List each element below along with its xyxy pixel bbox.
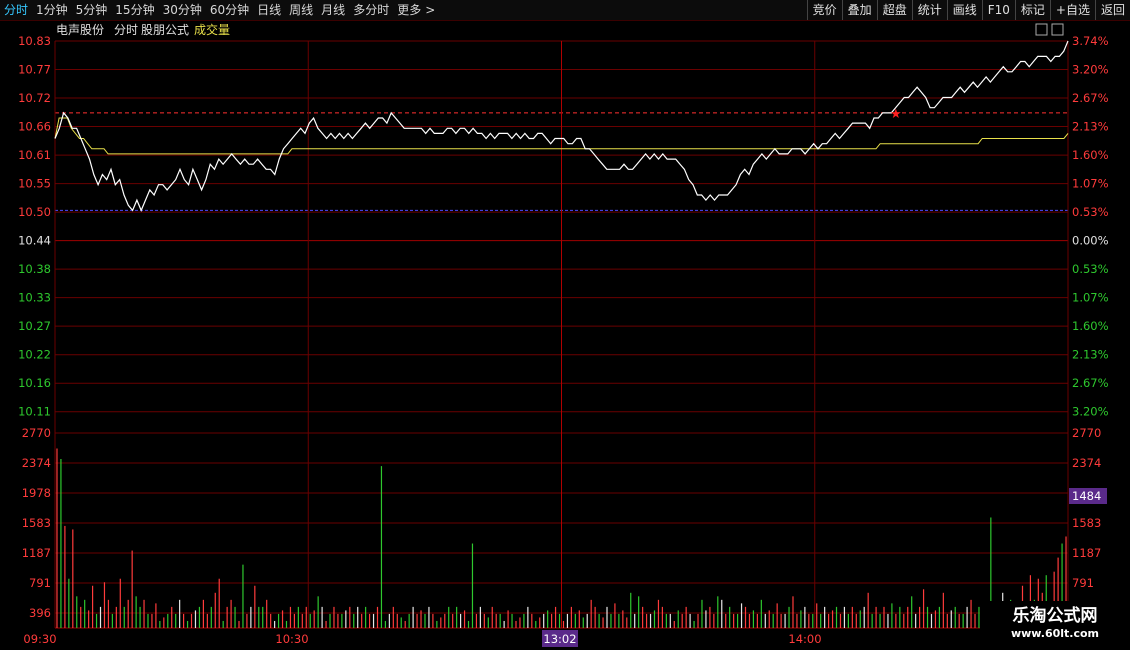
price-tick: 10.83 bbox=[18, 34, 51, 48]
tool-button-7[interactable]: +自选 bbox=[1049, 0, 1095, 20]
price-tick: 10.22 bbox=[18, 348, 51, 362]
volume-tick: 1187 bbox=[22, 546, 51, 560]
time-tick: 09:30 bbox=[23, 632, 56, 646]
price-axis-labels: 10.83 10.77 10.72 10.66 10.61 10.55 10.50 10.44… bbox=[18, 34, 51, 419]
volume-tick-right: 791 bbox=[1072, 576, 1094, 590]
volume-tick: 1978 bbox=[22, 486, 51, 500]
indicator-name: 成交量 bbox=[194, 22, 230, 37]
period-toolbar: 分时 1分钟 5分钟 15分钟 30分钟 60分钟 日线 周线 月线 多分时 更多 > 竞价 叠加 超盘统… bbox=[0, 0, 1130, 21]
time-tick: 13:02 bbox=[543, 632, 576, 646]
percent-tick: 3.20% bbox=[1072, 63, 1109, 77]
high-star-icon: ★ bbox=[890, 107, 902, 122]
period-tab-7[interactable]: 周线 bbox=[285, 0, 317, 20]
volume-tick-right: 1187 bbox=[1072, 546, 1101, 560]
percent-tick: 2.13% bbox=[1072, 348, 1109, 362]
price-tick: 10.27 bbox=[18, 319, 51, 333]
period-tab-1[interactable]: 1分钟 bbox=[32, 0, 72, 20]
view-mode: 分时 bbox=[114, 23, 138, 37]
percent-axis-labels: 3.74% 3.20% 2.67% 2.13% 1.60% 1.07% 0.53% 0.00%… bbox=[1072, 34, 1109, 419]
chart-grid bbox=[54, 40, 1069, 629]
time-tick: 10:30 bbox=[275, 632, 308, 646]
tool-button-0[interactable]: 竞价 bbox=[806, 0, 842, 20]
price-tick: 10.55 bbox=[18, 177, 51, 191]
price-tick: 10.11 bbox=[18, 405, 51, 419]
volume-tick: 396 bbox=[29, 606, 51, 620]
period-tab-4[interactable]: 30分钟 bbox=[159, 0, 206, 20]
percent-tick: 3.74% bbox=[1072, 34, 1109, 48]
last-volume-value: 1484 bbox=[1072, 489, 1101, 503]
price-tick: 10.77 bbox=[18, 63, 51, 77]
percent-tick: 3.20% bbox=[1072, 405, 1109, 419]
volume-tick: 791 bbox=[29, 576, 51, 590]
tool-button-8[interactable]: 返回 bbox=[1094, 0, 1130, 20]
percent-tick: 0.53% bbox=[1072, 262, 1109, 276]
price-tick: 10.38 bbox=[18, 262, 51, 276]
percent-tick: 1.07% bbox=[1072, 177, 1109, 191]
percent-tick: 1.60% bbox=[1072, 148, 1109, 162]
period-tab-10[interactable]: 更多 bbox=[393, 0, 425, 20]
period-tabs: 分时 1分钟 5分钟 15分钟 30分钟 60分钟 日线 周线 月线 多分时 更多 > bbox=[0, 0, 437, 20]
maximize-icon[interactable] bbox=[1035, 23, 1048, 36]
percent-tick: 1.07% bbox=[1072, 291, 1109, 305]
time-tick: 14:00 bbox=[788, 632, 821, 646]
tool-button-4[interactable]: 画线 bbox=[946, 0, 982, 20]
period-tab-6[interactable]: 日线 bbox=[253, 0, 285, 20]
period-tab-5[interactable]: 60分钟 bbox=[206, 0, 253, 20]
volume-tick: 2374 bbox=[22, 456, 51, 470]
chart-header: 电声股份 分时 股朋公式 成交量 bbox=[56, 22, 230, 37]
percent-tick: 2.13% bbox=[1072, 120, 1109, 134]
period-tab-3[interactable]: 15分钟 bbox=[111, 0, 158, 20]
price-tick: 10.72 bbox=[18, 91, 51, 105]
time-axis-labels: 09:30 10:30 13:02 14:00 bbox=[23, 630, 822, 647]
percent-tick: 2.67% bbox=[1072, 91, 1109, 105]
percent-tick: 1.60% bbox=[1072, 319, 1109, 333]
percent-tick: 2.67% bbox=[1072, 376, 1109, 390]
watermark-title: 乐淘公式网 bbox=[1012, 606, 1098, 626]
period-tab-9[interactable]: 多分时 bbox=[349, 0, 393, 20]
intraday-chart[interactable]: 10.83 10.77 10.72 10.66 10.61 10.55 10.50 10.44… bbox=[0, 20, 1130, 650]
period-tab-2[interactable]: 5分钟 bbox=[72, 0, 112, 20]
tool-button-5[interactable]: F10 bbox=[981, 0, 1015, 20]
volume-tick-right: 1583 bbox=[1072, 516, 1101, 530]
period-tab-8[interactable]: 月线 bbox=[317, 0, 349, 20]
watermark-logo: 乐淘公式网 www.60lt.com bbox=[980, 601, 1130, 650]
stock-name: 电声股份 bbox=[56, 23, 104, 37]
price-tick: 10.33 bbox=[18, 291, 51, 305]
volume-tick: 1583 bbox=[22, 516, 51, 530]
panel-buttons bbox=[1035, 23, 1064, 36]
tool-button-6[interactable]: 标记 bbox=[1014, 0, 1050, 20]
volume-tick-right: 2374 bbox=[1072, 456, 1101, 470]
restore-icon[interactable] bbox=[1051, 23, 1064, 36]
chevron-right-icon[interactable]: > bbox=[425, 0, 437, 20]
price-tick: 10.61 bbox=[18, 148, 51, 162]
percent-tick: 0.53% bbox=[1072, 205, 1109, 219]
tool-buttons: 竞价 叠加 超盘 统计 画线 F10 标记 +自选 返回 bbox=[806, 0, 1130, 20]
price-tick: 10.66 bbox=[18, 120, 51, 134]
formula-name: 股朋公式 bbox=[141, 23, 189, 37]
price-tick: 10.50 bbox=[18, 205, 51, 219]
watermark-url: www.60lt.com bbox=[1010, 627, 1100, 640]
percent-tick: 0.00% bbox=[1072, 234, 1109, 248]
price-tick: 10.16 bbox=[18, 376, 51, 390]
volume-tick-right: 2770 bbox=[1072, 426, 1101, 440]
period-tab-0[interactable]: 分时 bbox=[0, 0, 32, 20]
volume-tick: 2770 bbox=[22, 426, 51, 440]
price-tick: 10.44 bbox=[18, 234, 51, 248]
tool-button-2[interactable]: 超盘 bbox=[876, 0, 912, 20]
tool-button-1[interactable]: 叠加 bbox=[841, 0, 877, 20]
tool-button-3[interactable]: 统计 bbox=[911, 0, 947, 20]
